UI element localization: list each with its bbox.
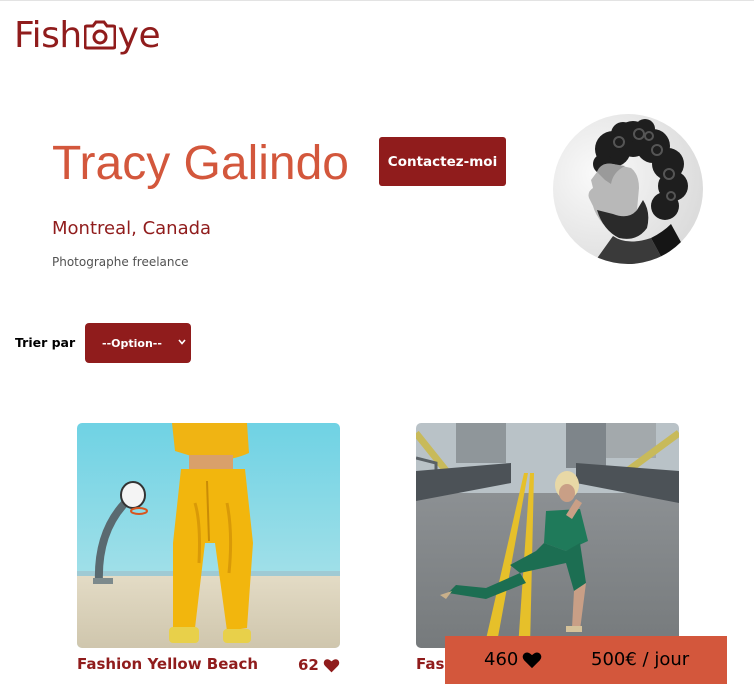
sort-label: Trier par [15,335,76,350]
total-likes-count: 460 [484,649,519,670]
contact-button[interactable]: Contactez-moi [379,137,506,186]
media-card-like-count: 62 [298,656,319,674]
logo-text-start: Fish [14,14,82,56]
photographer-tagline: Photographe freelance [52,255,189,269]
media-card-title: Fashion Yellow Beach [77,655,259,673]
woman-green-outfit-road-bridge-photo [416,423,679,648]
photographer-name: Tracy Galindo [52,137,349,190]
media-card-likes[interactable]: 62 [298,656,340,674]
heart-icon [523,651,542,668]
daily-price: 500€ / jour [591,649,690,670]
total-likes: 460 [484,649,542,670]
portrait-photo [553,114,703,264]
stats-bar: 460 500€ / jour [445,636,727,684]
media-card-image[interactable] [416,423,679,648]
yellow-outfit-basketball-court-photo [77,423,340,648]
fisheye-logo[interactable]: Fish ye [14,13,161,57]
logo-text-end: ye [117,14,161,56]
chevron-down-icon [178,339,186,345]
camera-icon [83,20,116,50]
heart-icon[interactable] [323,658,340,673]
media-card-title: Fas [416,655,445,673]
sort-select[interactable]: --Option-- [85,323,191,363]
photographer-avatar [553,114,703,264]
photographer-location: Montreal, Canada [52,218,212,239]
sort-selected-value: --Option-- [102,336,162,350]
media-card-image[interactable] [77,423,340,648]
top-border [0,0,754,1]
